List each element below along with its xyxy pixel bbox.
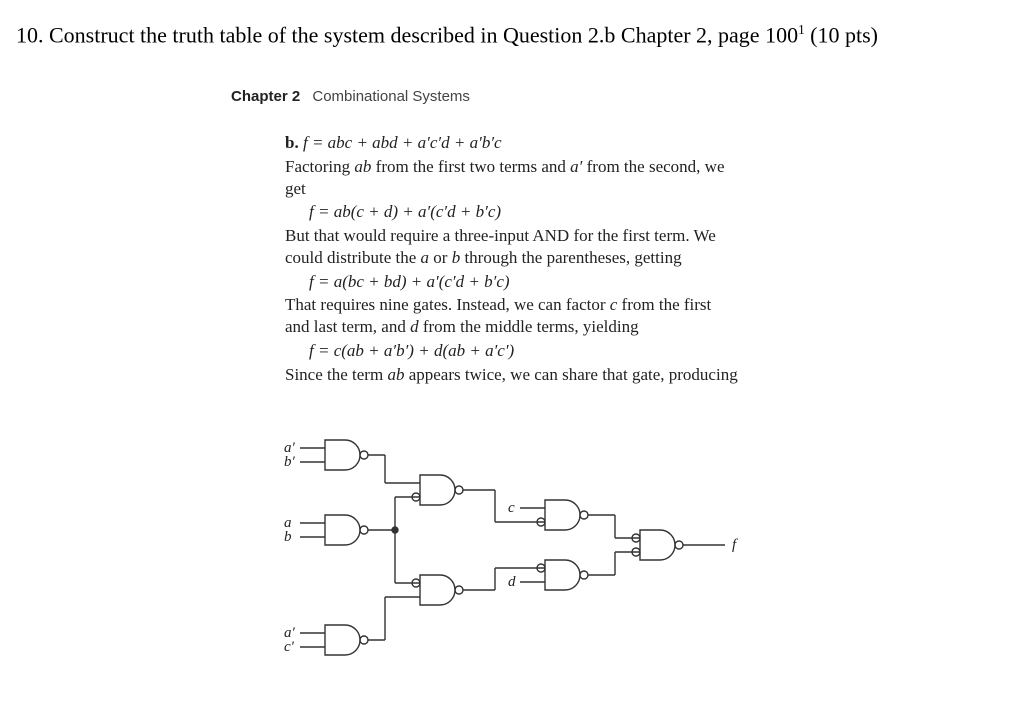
page: 10. Construct the truth table of the sys… (0, 0, 1024, 701)
nand-gate-icon (545, 500, 588, 530)
label-f: f (732, 537, 738, 553)
nand-gate-icon (325, 515, 368, 545)
question-number: 10. (16, 22, 44, 47)
nand-gate-icon (545, 560, 588, 590)
equation-4: f = c(ab + a′b′) + d(ab + a′c′) (285, 340, 740, 362)
label-d: d (508, 574, 516, 590)
nand-gate-icon (325, 440, 368, 470)
chapter-header: Chapter 2 Combinational Systems (231, 88, 470, 105)
label-c: c (508, 500, 515, 516)
paragraph-1: Factoring ab from the first two terms an… (285, 156, 740, 200)
nand-gate-icon (325, 625, 368, 655)
item-b-label: b. (285, 133, 299, 152)
question-text-before: Construct the truth table of the system … (49, 22, 798, 47)
equation-2: f = ab(c + d) + a′(c′d + b′c) (285, 201, 740, 223)
nand-gate-icon (420, 475, 463, 505)
circuit-svg: a′ b′ a b a′ c′ (270, 430, 770, 690)
chapter-label: Chapter 2 (231, 88, 300, 105)
body-text: b. f = abc + abd + a′c′d + a′b′c Factori… (285, 132, 740, 387)
label-c-prime: c′ (284, 639, 295, 655)
paragraph-3: That requires nine gates. Instead, we ca… (285, 294, 740, 338)
equation-1: f = abc + abd + a′c′d + a′b′c (303, 133, 502, 152)
equation-3: f = a(bc + bd) + a′(c′d + b′c) (285, 271, 740, 293)
nand-gate-icon (420, 575, 463, 605)
label-b-prime: b′ (284, 454, 296, 470)
question-line: 10. Construct the truth table of the sys… (16, 22, 878, 48)
paragraph-2: But that would require a three-input AND… (285, 225, 740, 269)
chapter-title: Combinational Systems (312, 88, 470, 105)
nand-gate-icon (640, 530, 683, 560)
logic-circuit-diagram: a′ b′ a b a′ c′ (270, 430, 770, 690)
paragraph-4: Since the term ab appears twice, we can … (285, 364, 740, 386)
label-b: b (284, 529, 292, 545)
question-text-after: (10 pts) (805, 22, 878, 47)
question-sup: 1 (798, 22, 805, 37)
